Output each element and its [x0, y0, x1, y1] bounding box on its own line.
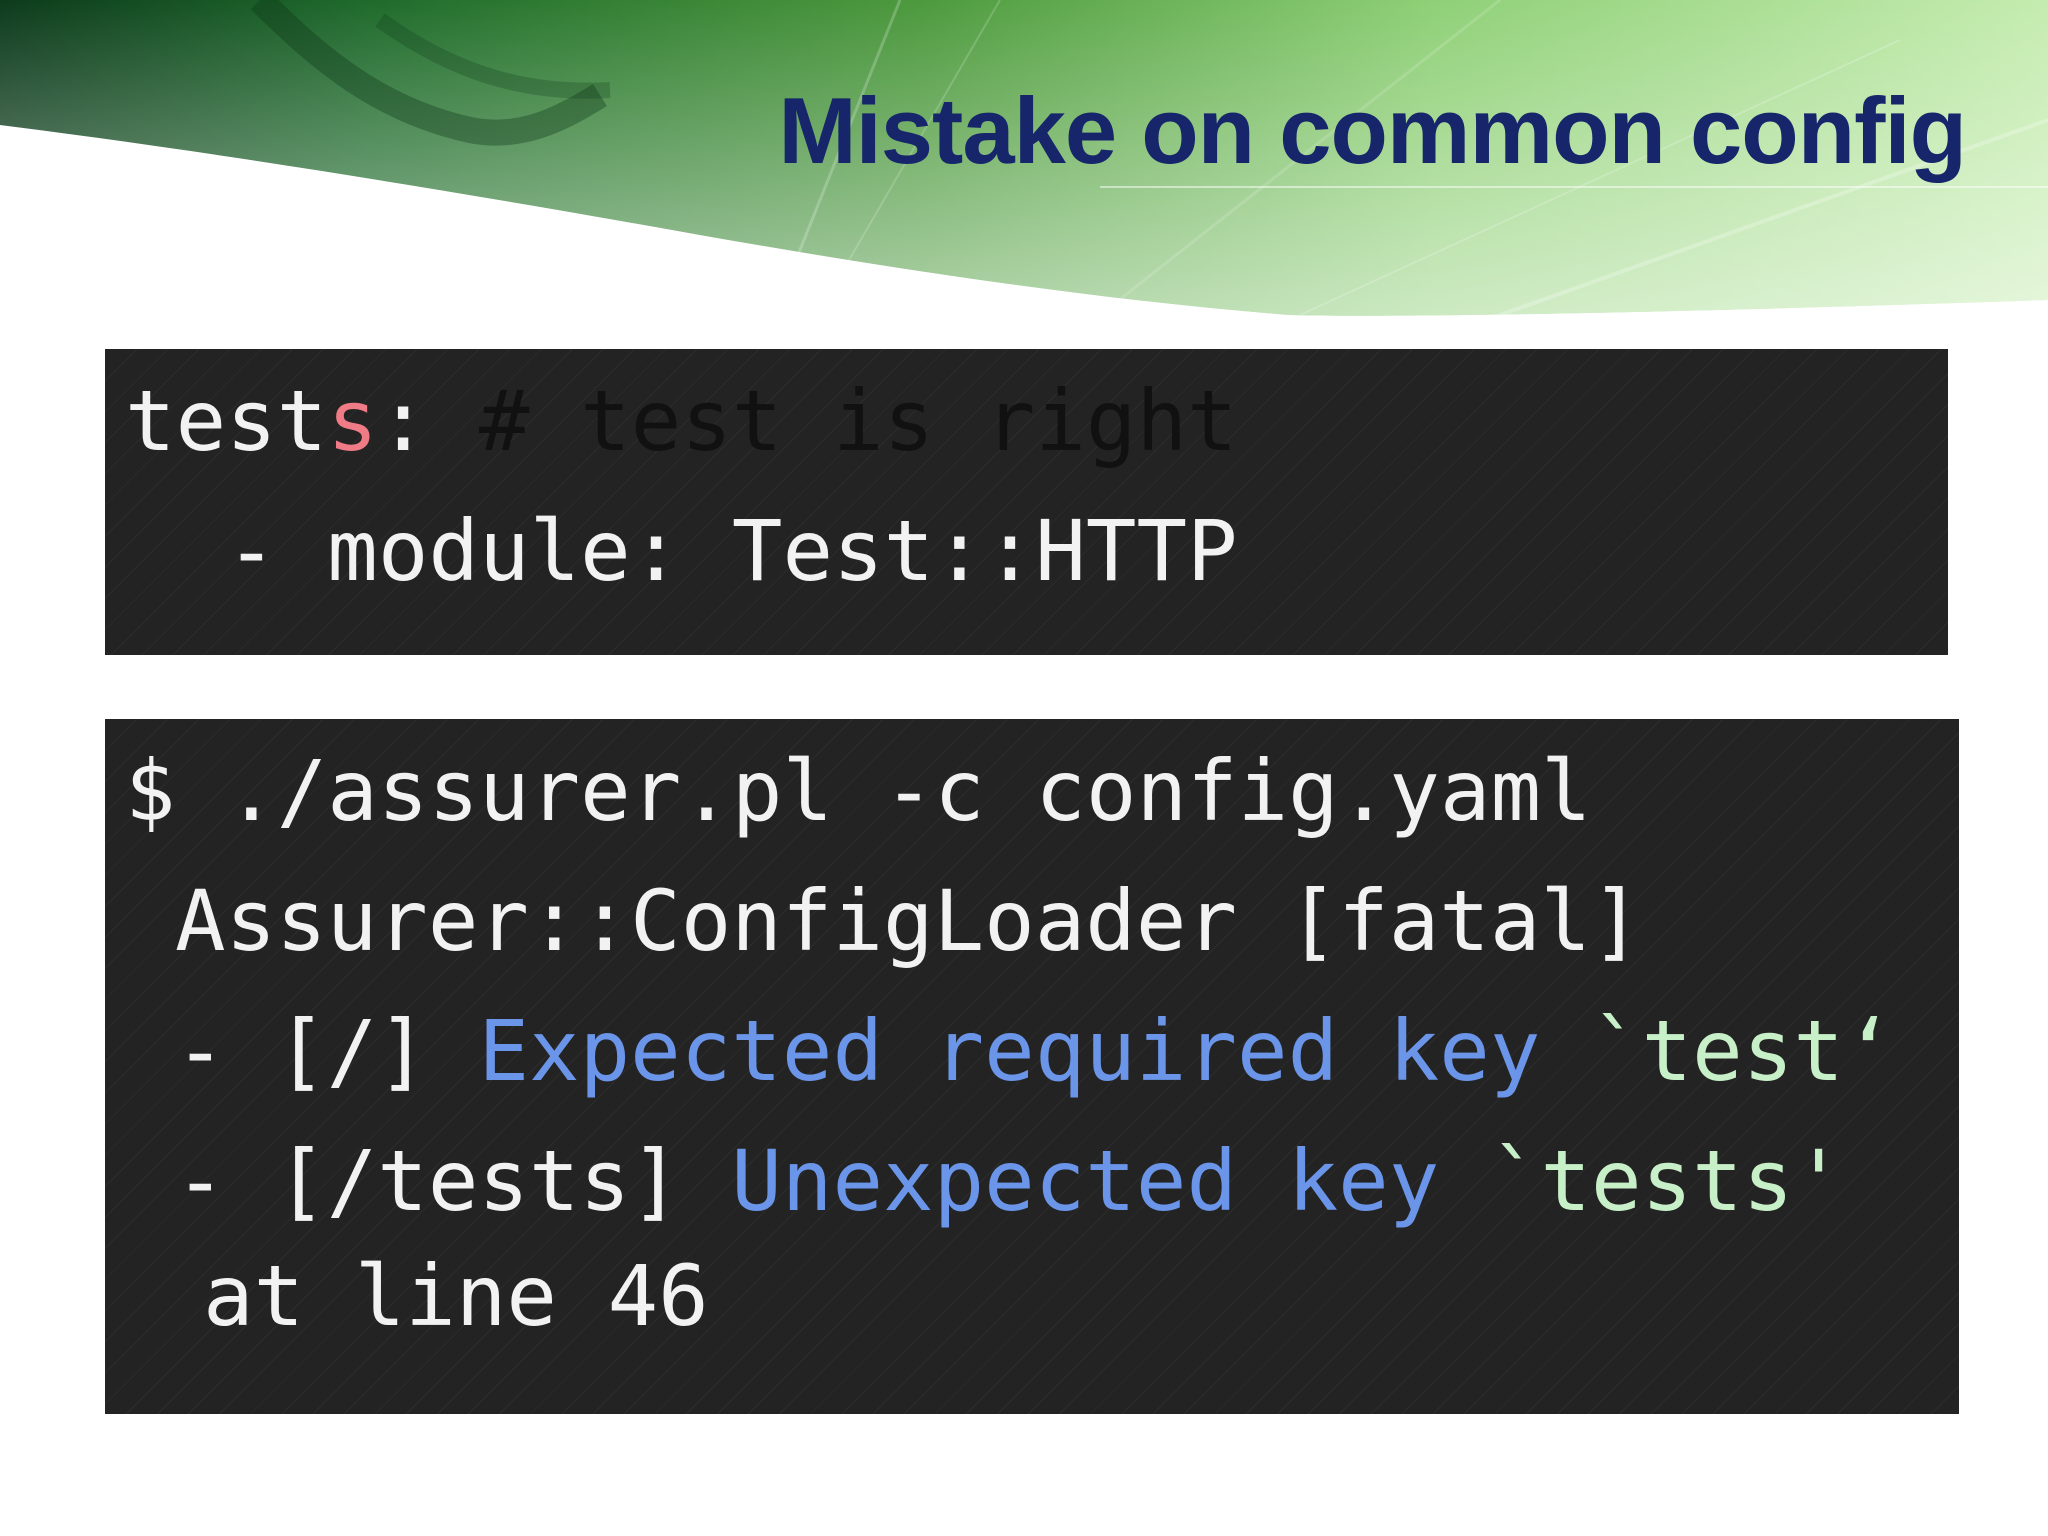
- tests-key-mistake-highlight: s: [327, 372, 378, 470]
- error-path: - [/]: [175, 1002, 479, 1100]
- config-line-module: - module: Test::HTTP: [125, 502, 1238, 600]
- config-comment: # test is right: [479, 372, 1238, 470]
- error-path: - [/tests]: [175, 1132, 732, 1230]
- config-line-tests-key: tests: # test is right: [125, 371, 1238, 471]
- tests-key-prefix: test: [125, 372, 328, 470]
- error-line-unexpected-tests: - [/tests] Unexpected key `tests': [175, 1131, 1844, 1231]
- error-key: `tests': [1489, 1132, 1844, 1230]
- terminal-output-block: $ ./assurer.pl -c config.yaml Assurer::C…: [105, 719, 1959, 1414]
- tests-key-colon: :: [377, 372, 480, 470]
- error-header: Assurer::ConfigLoader [fatal]: [175, 872, 1642, 970]
- error-message: Expected required key: [478, 1002, 1592, 1100]
- error-line-missing-test: - [/] Expected required key `test‘: [175, 1001, 1894, 1101]
- terminal-command: $ ./assurer.pl -c config.yaml: [125, 742, 1592, 840]
- config-code-block: tests: # test is right - module: Test::H…: [105, 349, 1948, 655]
- error-trailer-line-number: at line 46: [203, 1247, 709, 1345]
- error-message: Unexpected key: [731, 1132, 1490, 1230]
- error-key: `test‘: [1591, 1002, 1895, 1100]
- slide-title: Mistake on common config: [778, 78, 1967, 183]
